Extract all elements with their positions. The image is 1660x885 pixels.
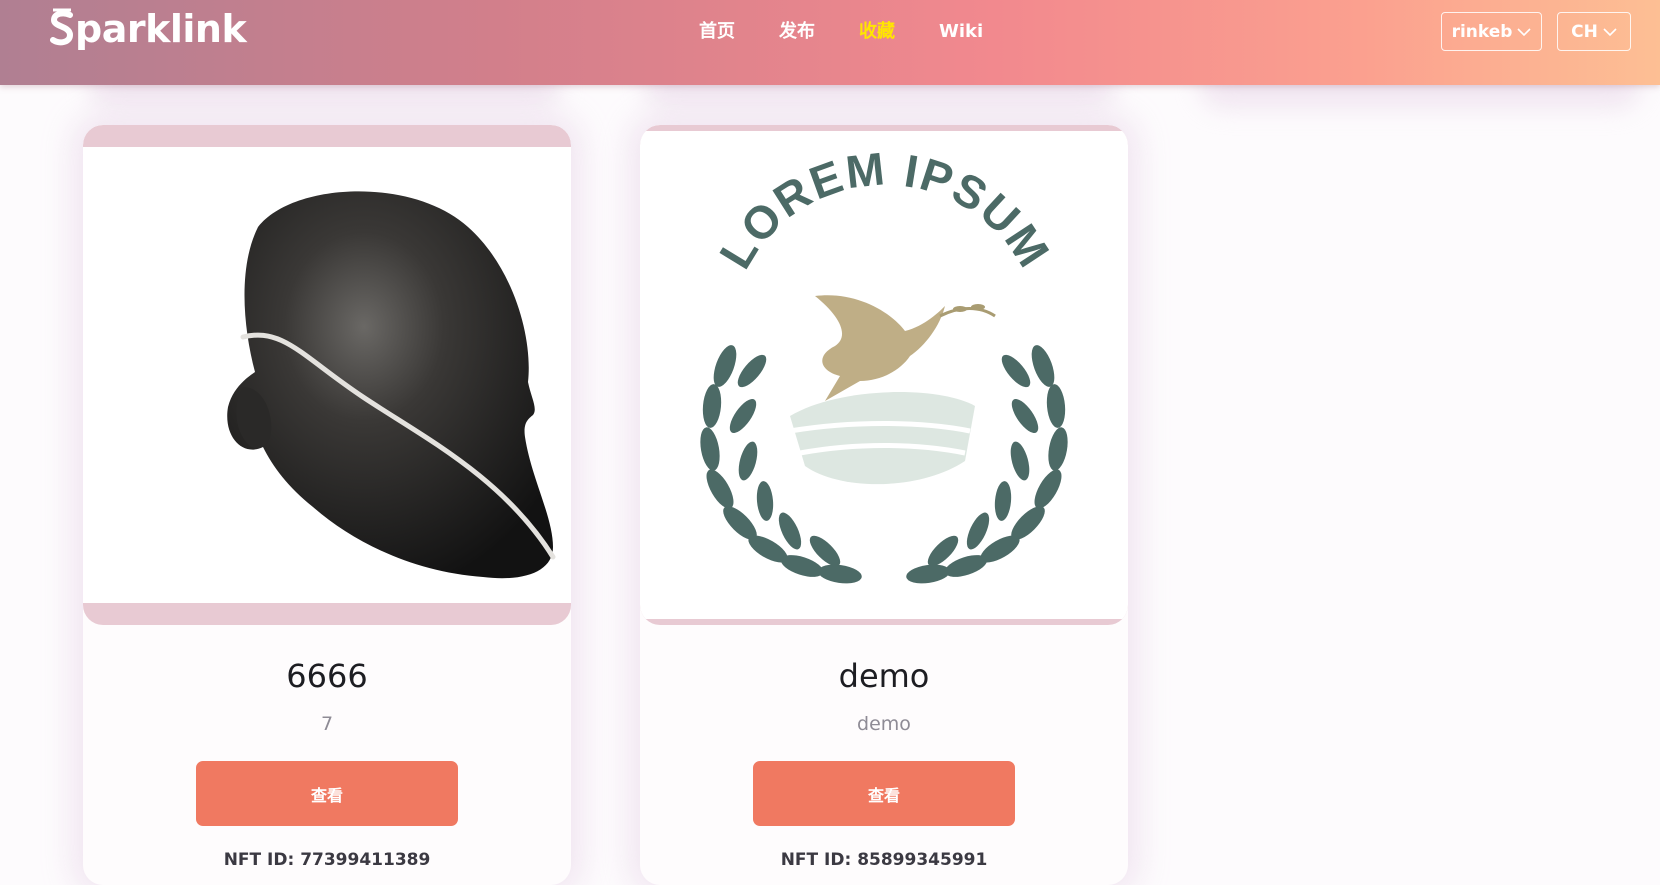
logo-arc-text: LOREM IPSUM [709, 142, 1061, 277]
nav-wiki[interactable]: Wiki [939, 20, 983, 44]
view-button[interactable]: 查看 [753, 761, 1015, 826]
nft-card: 6666 7 查看 NFT ID: 77399411389 [83, 125, 571, 885]
nft-card: LOREM IPSUM demo demo 查看 NFT ID: 8589934… [640, 125, 1128, 885]
nft-id: NFT ID: 77399411389 [223, 850, 431, 870]
network-select[interactable]: rinkeb [1441, 12, 1542, 51]
nav-home[interactable]: 首页 [699, 20, 735, 44]
nft-card-media[interactable] [83, 125, 571, 625]
lorem-ipsum-logo-image: LOREM IPSUM [700, 142, 1068, 584]
mannequin-head-image [227, 191, 556, 579]
logo-s-icon [50, 8, 74, 46]
chevron-down-icon [1603, 27, 1617, 36]
nft-id: NFT ID: 85899345991 [780, 850, 988, 870]
top-navbar: parklink 首页 发布 收藏 Wiki rinkeb CH [0, 0, 1660, 85]
main-nav: 首页 发布 收藏 Wiki [699, 20, 1027, 44]
nft-subtitle: 7 [320, 713, 334, 735]
chevron-down-icon [1517, 27, 1532, 36]
nft-title: 6666 [286, 657, 368, 695]
nav-favorites[interactable]: 收藏 [859, 20, 895, 44]
language-select[interactable]: CH [1557, 12, 1631, 51]
nft-subtitle: demo [857, 713, 911, 735]
nft-title: demo [838, 657, 930, 695]
nav-publish[interactable]: 发布 [779, 20, 815, 44]
network-select-value: rinkeb [1451, 21, 1513, 42]
language-select-value: CH [1571, 21, 1598, 42]
logo-text: parklink [75, 7, 247, 51]
sparklink-logo[interactable]: parklink [50, 6, 247, 52]
nft-card-media[interactable]: LOREM IPSUM [640, 125, 1128, 625]
view-button[interactable]: 查看 [196, 761, 458, 826]
